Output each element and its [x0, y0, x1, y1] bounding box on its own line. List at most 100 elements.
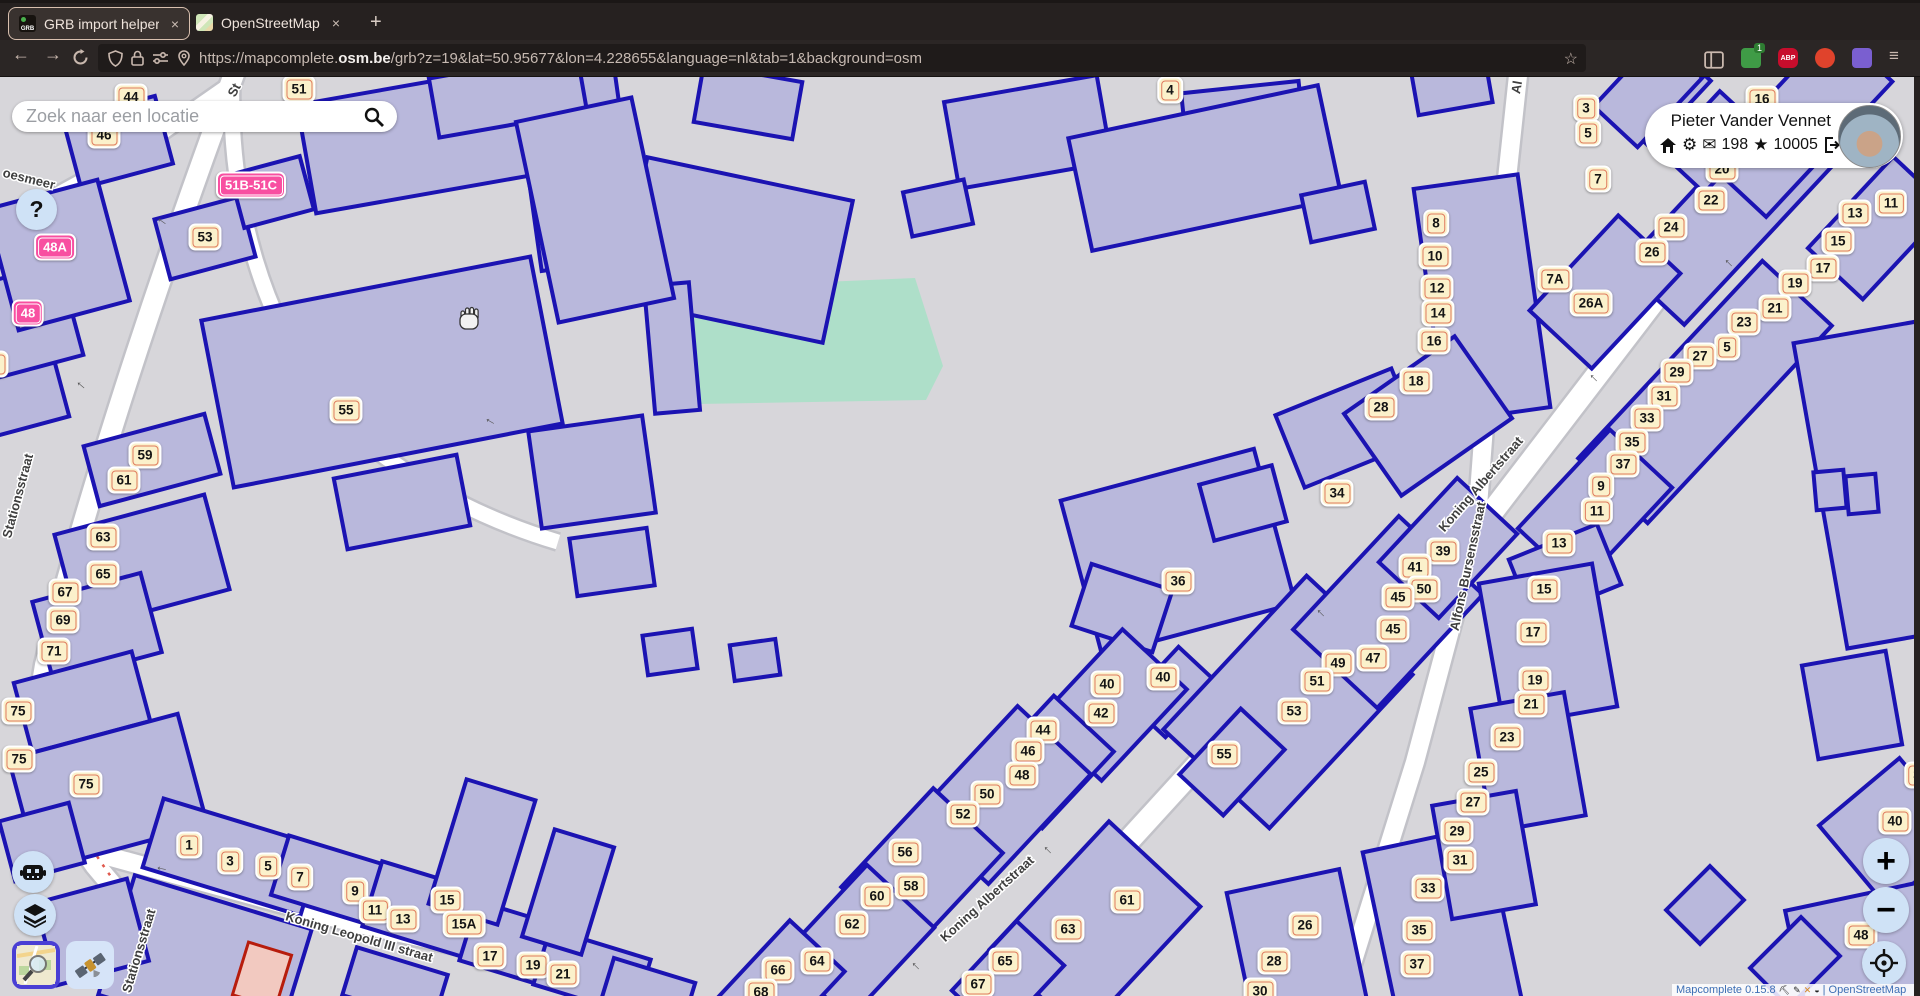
search-icon[interactable] [363, 106, 385, 128]
house-number-label[interactable]: 27 [1456, 789, 1489, 816]
background-map-button[interactable] [12, 941, 60, 989]
mail-icon[interactable]: ✉ [1702, 135, 1716, 155]
house-number-label[interactable]: 7 [1585, 166, 1611, 193]
house-number-label[interactable]: 19 [1778, 270, 1811, 297]
reload-button[interactable] [72, 49, 89, 66]
building-polygon[interactable] [522, 829, 614, 954]
building-polygon[interactable] [516, 97, 674, 322]
house-number-label[interactable]: 29 [1660, 359, 1693, 386]
house-number-label[interactable]: 28 [1257, 948, 1290, 975]
house-number-label[interactable]: 37 [1400, 951, 1433, 978]
house-number-label[interactable]: 75 [1, 698, 34, 725]
house-number-label[interactable]: 5 [255, 853, 281, 880]
house-number-label[interactable]: 30 [1243, 978, 1276, 996]
building-polygon[interactable] [1813, 470, 1846, 510]
house-number-label[interactable]: 61 [1110, 887, 1143, 914]
house-number-label[interactable]: 19 [516, 952, 549, 979]
house-number-label[interactable]: 15 [430, 887, 463, 914]
building-polygon[interactable] [903, 180, 973, 237]
house-number-label[interactable]: 42 [1084, 700, 1117, 727]
attribution-bar[interactable]: Mapcomplete 0.15.8 ⛏ ✎ ✕ ◒ | OpenStreetM… [1672, 984, 1920, 996]
house-number-label[interactable]: 55 [1207, 741, 1240, 768]
house-number-label[interactable]: 23 [1490, 724, 1523, 751]
house-number-label[interactable]: 13 [1542, 530, 1575, 557]
house-number-label[interactable]: 63 [1051, 916, 1084, 943]
bookmark-star-icon[interactable]: ☆ [1564, 49, 1578, 69]
house-number-label[interactable]: 3 [217, 848, 243, 875]
new-tab-button[interactable]: + [370, 11, 382, 34]
house-number-label[interactable]: 62 [835, 911, 868, 938]
permissions-icon[interactable] [152, 51, 169, 65]
adblock-icon[interactable]: ABP [1778, 48, 1798, 68]
building-polygon[interactable] [730, 639, 781, 681]
house-number-label[interactable]: 7A [1537, 266, 1572, 293]
house-number-label[interactable]: 45 [1376, 616, 1409, 643]
house-number-label[interactable]: 11 [1581, 498, 1613, 525]
house-number-label[interactable]: 65 [988, 948, 1021, 975]
house-number-label[interactable]: 56 [888, 839, 921, 866]
statistics-icon[interactable]: ⛏ [1779, 985, 1790, 996]
house-number-label[interactable]: 40 [1878, 808, 1911, 835]
building-polygon[interactable] [1068, 85, 1341, 251]
building-polygon[interactable] [528, 415, 656, 528]
house-number-label[interactable]: 26A [1570, 290, 1613, 317]
house-number-label[interactable]: 21 [1514, 691, 1547, 718]
house-number-label[interactable]: 55 [329, 397, 362, 424]
house-number-label[interactable]: 15A [443, 911, 486, 938]
attribution-osm-link[interactable]: | OpenStreetMap [1823, 984, 1907, 996]
house-number-label[interactable]: 36 [1161, 568, 1194, 595]
house-number-label[interactable]: 21 [546, 961, 579, 988]
close-attribution-icon[interactable]: ✕ [1804, 985, 1812, 996]
house-number-label[interactable]: 59 [128, 442, 161, 469]
house-number-label[interactable]: 15 [1821, 228, 1854, 255]
edit-icon[interactable]: ✎ [1793, 985, 1801, 996]
house-number-label[interactable]: 19 [1518, 667, 1551, 694]
house-number-label[interactable]: 3 [1573, 95, 1599, 122]
url-text[interactable]: https://mapcomplete.osm.be/grb?z=19&lat=… [199, 50, 922, 67]
house-number-label[interactable]: 45 [1381, 584, 1414, 611]
attribution-app[interactable]: Mapcomplete 0.15.8 [1676, 984, 1776, 996]
house-number-label[interactable]: 67 [48, 579, 81, 606]
grb-house-number-label[interactable]: 48A [34, 234, 76, 261]
home-icon[interactable] [1659, 137, 1677, 154]
menu-button[interactable]: ≡ [1889, 46, 1899, 66]
url-bar[interactable]: https://mapcomplete.osm.be/grb?z=19&lat=… [98, 44, 1586, 72]
zoom-out-button[interactable]: − [1863, 887, 1909, 933]
tracking-shield-icon[interactable] [108, 50, 123, 67]
house-number-label[interactable]: 15 [1527, 576, 1560, 603]
house-number-label[interactable]: 21 [1758, 295, 1791, 322]
grb-house-number-label[interactable]: 48 [12, 300, 44, 327]
license-icon[interactable]: ◒ [1814, 985, 1819, 995]
house-number-label[interactable]: 18 [1399, 368, 1432, 395]
building-polygon[interactable] [1845, 474, 1878, 514]
map-canvas[interactable]: 51B-51CStationsstraatStationsstraatoesme… [0, 0, 1920, 996]
green-extension-icon[interactable]: 1 [1741, 48, 1761, 68]
building-polygon[interactable] [1802, 651, 1902, 759]
house-number-label[interactable]: 69 [46, 607, 79, 634]
house-number-label[interactable]: 67 [961, 971, 994, 996]
tab-openstreetmap[interactable]: OpenStreetMap × [186, 7, 366, 38]
house-number-label[interactable]: 11 [1875, 190, 1907, 217]
help-button[interactable]: ? [16, 189, 57, 230]
house-number-label[interactable]: 10 [1418, 243, 1451, 270]
house-number-label[interactable]: 33 [1630, 405, 1663, 432]
purple-extension-icon[interactable] [1852, 48, 1872, 68]
back-button[interactable]: ← [12, 44, 30, 65]
import-robot-button[interactable] [12, 851, 54, 893]
building-polygon[interactable] [1666, 866, 1744, 944]
house-number-label[interactable]: 17 [473, 943, 506, 970]
house-number-label[interactable]: 16 [1417, 328, 1450, 355]
house-number-label[interactable]: 64 [800, 948, 833, 975]
house-number-label[interactable]: 71 [37, 638, 70, 665]
house-number-label[interactable]: 26 [1635, 239, 1668, 266]
tab-grb-import-helper[interactable]: GRB GRB import helper × [8, 7, 190, 40]
house-number-label[interactable]: 75 [2, 746, 35, 773]
location-search[interactable] [12, 101, 397, 132]
house-number-label[interactable]: 60 [860, 883, 893, 910]
house-number-label[interactable]: 51 [1300, 668, 1333, 695]
house-number-label[interactable]: 5 [1575, 120, 1601, 147]
sidebar-extension-icon[interactable] [1704, 50, 1724, 70]
house-number-label[interactable]: 9 [1588, 473, 1614, 500]
house-number-label[interactable]: 29 [1440, 818, 1473, 845]
house-number-label[interactable]: 40 [1146, 664, 1179, 691]
